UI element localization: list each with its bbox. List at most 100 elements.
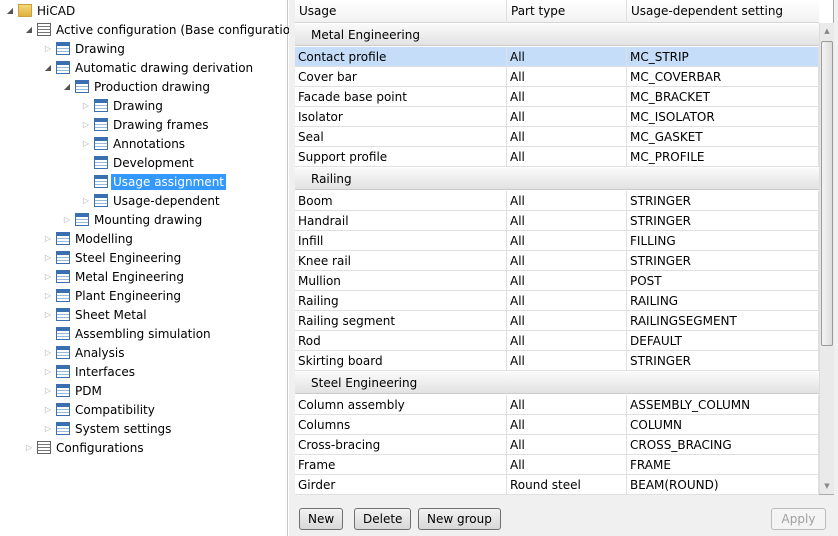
usage-cell[interactable]: Columns: [295, 415, 507, 435]
group-header[interactable]: Railing: [295, 168, 819, 190]
usage-cell[interactable]: Seal: [295, 127, 507, 147]
tree-item[interactable]: ▷ Metal Engineering: [43, 267, 186, 286]
tree-item[interactable]: ▷ Drawing: [43, 39, 127, 58]
expand-arrow-icon[interactable]: ▷: [43, 348, 53, 358]
apply-button[interactable]: Apply: [771, 508, 826, 530]
table-row[interactable]: Girder Round steel BEAM(ROUND): [295, 475, 819, 495]
part-type-cell[interactable]: All: [507, 231, 627, 251]
part-type-cell[interactable]: All: [507, 67, 627, 87]
setting-cell[interactable]: STRINGER: [627, 351, 819, 371]
part-type-cell[interactable]: All: [507, 107, 627, 127]
tree-item[interactable]: ▷ Drawing: [81, 96, 165, 115]
part-type-cell[interactable]: All: [507, 395, 627, 415]
usage-cell[interactable]: Boom: [295, 191, 507, 211]
table-row[interactable]: Cross-bracing All CROSS_BRACING: [295, 435, 819, 455]
table-row[interactable]: Railing All RAILING: [295, 291, 819, 311]
usage-cell[interactable]: Isolator: [295, 107, 507, 127]
tree-item[interactable]: ▷ Sheet Metal: [43, 305, 149, 324]
tree-item[interactable]: ▷ Configurations: [24, 438, 146, 457]
table-row[interactable]: Cover bar All MC_COVERBAR: [295, 67, 819, 87]
tree-item[interactable]: ▷ Analysis: [43, 343, 126, 362]
usage-table[interactable]: Usage Part type Usage-dependent setting …: [295, 0, 834, 495]
tree-item[interactable]: ▷ Annotations: [81, 134, 187, 153]
part-type-cell[interactable]: All: [507, 291, 627, 311]
setting-cell[interactable]: MC_GASKET: [627, 127, 819, 147]
setting-cell[interactable]: MC_COVERBAR: [627, 67, 819, 87]
collapse-arrow-icon[interactable]: ◢: [5, 6, 15, 16]
table-row[interactable]: Facade base point All MC_BRACKET: [295, 87, 819, 107]
part-type-cell[interactable]: All: [507, 271, 627, 291]
table-row[interactable]: Knee rail All STRINGER: [295, 251, 819, 271]
expand-arrow-icon[interactable]: ▷: [43, 405, 53, 415]
setting-cell[interactable]: MC_STRIP: [627, 47, 819, 67]
usage-cell[interactable]: Frame: [295, 455, 507, 475]
tree-item[interactable]: ▷ Mounting drawing: [62, 210, 204, 229]
tree-item[interactable]: ▷ Drawing frames: [81, 115, 211, 134]
vertical-scrollbar[interactable]: ▲ ▼: [819, 23, 834, 494]
expand-arrow-icon[interactable]: ▷: [62, 215, 72, 225]
part-type-cell[interactable]: All: [507, 191, 627, 211]
tree-item[interactable]: ◢ Active configuration (Base configuratio…: [24, 20, 304, 39]
part-type-cell[interactable]: All: [507, 455, 627, 475]
usage-cell[interactable]: Mullion: [295, 271, 507, 291]
expand-arrow-icon[interactable]: ▷: [43, 234, 53, 244]
setting-cell[interactable]: MC_PROFILE: [627, 147, 819, 167]
setting-cell[interactable]: CROSS_BRACING: [627, 435, 819, 455]
tree-item[interactable]: ▷ System settings: [43, 419, 173, 438]
expand-arrow-icon[interactable]: ▷: [43, 253, 53, 263]
part-type-cell[interactable]: All: [507, 311, 627, 331]
part-type-cell[interactable]: All: [507, 147, 627, 167]
tree-item[interactable]: ▷ Compatibility: [43, 400, 157, 419]
scroll-up-icon[interactable]: ▲: [820, 23, 834, 39]
new-group-button[interactable]: New group: [418, 508, 501, 530]
setting-cell[interactable]: RAILING: [627, 291, 819, 311]
setting-cell[interactable]: RAILINGSEGMENT: [627, 311, 819, 331]
setting-cell[interactable]: MC_ISOLATOR: [627, 107, 819, 127]
part-type-cell[interactable]: All: [507, 435, 627, 455]
usage-cell[interactable]: Cross-bracing: [295, 435, 507, 455]
usage-cell[interactable]: Knee rail: [295, 251, 507, 271]
delete-button[interactable]: Delete: [354, 508, 412, 530]
table-row[interactable]: Seal All MC_GASKET: [295, 127, 819, 147]
tree-item[interactable]: ◢ Production drawing: [62, 77, 212, 96]
expand-arrow-icon[interactable]: ▷: [43, 424, 53, 434]
setting-cell[interactable]: STRINGER: [627, 251, 819, 271]
tree-item[interactable]: ▷ Usage-dependent: [81, 191, 222, 210]
tree-item[interactable]: ◢ HiCAD: [5, 1, 77, 20]
part-type-cell[interactable]: All: [507, 127, 627, 147]
usage-cell[interactable]: Rod: [295, 331, 507, 351]
scrollbar-thumb[interactable]: [821, 41, 833, 346]
table-row[interactable]: Rod All DEFAULT: [295, 331, 819, 351]
collapse-arrow-icon[interactable]: ◢: [62, 82, 72, 92]
expand-arrow-icon[interactable]: ▷: [43, 310, 53, 320]
tree-item[interactable]: ◢ Automatic drawing derivation: [43, 58, 255, 77]
expand-arrow-icon[interactable]: ▷: [43, 367, 53, 377]
part-type-cell[interactable]: All: [507, 47, 627, 67]
expand-arrow-icon[interactable]: ▷: [81, 101, 91, 111]
tree-item[interactable]: Development: [81, 153, 196, 172]
part-type-cell[interactable]: All: [507, 415, 627, 435]
table-row[interactable]: Support profile All MC_PROFILE: [295, 147, 819, 167]
usage-cell[interactable]: Infill: [295, 231, 507, 251]
expand-arrow-icon[interactable]: ▷: [81, 139, 91, 149]
usage-cell[interactable]: Railing: [295, 291, 507, 311]
setting-cell[interactable]: ASSEMBLY_COLUMN: [627, 395, 819, 415]
part-type-cell[interactable]: All: [507, 87, 627, 107]
tree-item[interactable]: ▷ Modelling: [43, 229, 135, 248]
expand-arrow-icon[interactable]: ▷: [43, 44, 53, 54]
part-type-cell[interactable]: All: [507, 251, 627, 271]
expand-arrow-icon[interactable]: ▷: [43, 386, 53, 396]
new-button[interactable]: New: [299, 508, 344, 530]
part-type-cell[interactable]: Round steel: [507, 475, 627, 495]
table-row[interactable]: Frame All FRAME: [295, 455, 819, 475]
setting-cell[interactable]: DEFAULT: [627, 331, 819, 351]
column-header-part-type[interactable]: Part type: [507, 0, 627, 23]
table-row[interactable]: Infill All FILLING: [295, 231, 819, 251]
setting-cell[interactable]: BEAM(ROUND): [627, 475, 819, 495]
expand-arrow-icon[interactable]: ▷: [81, 120, 91, 130]
usage-cell[interactable]: Contact profile: [295, 47, 507, 67]
usage-cell[interactable]: Handrail: [295, 211, 507, 231]
table-row[interactable]: Columns All COLUMN: [295, 415, 819, 435]
usage-cell[interactable]: Facade base point: [295, 87, 507, 107]
table-row[interactable]: Handrail All STRINGER: [295, 211, 819, 231]
